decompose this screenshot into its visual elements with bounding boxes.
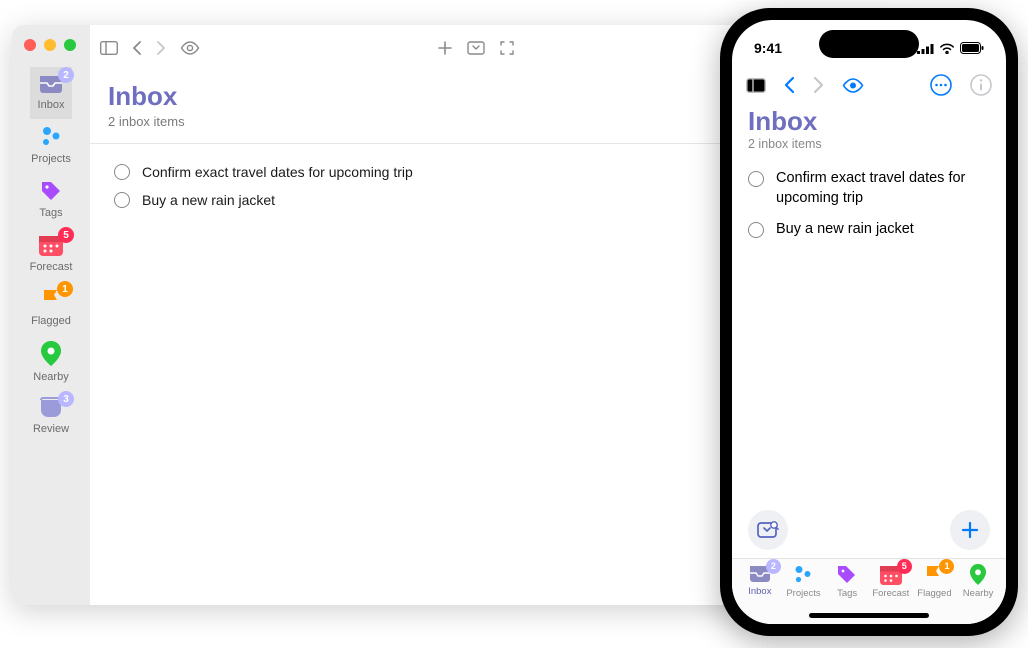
view-icon[interactable]	[180, 41, 200, 55]
signal-icon	[917, 43, 934, 54]
phone-item-list: Confirm exact travel dates for upcoming …	[748, 163, 990, 246]
checkbox[interactable]	[748, 171, 764, 187]
projects-icon	[39, 125, 63, 149]
badge: 1	[57, 281, 73, 297]
quick-open-icon[interactable]	[467, 41, 485, 55]
tab-label: Forecast	[872, 588, 909, 599]
sidebar-item-nearby[interactable]: Nearby	[30, 335, 73, 391]
window-controls	[24, 31, 76, 67]
iphone-device: 9:41	[720, 8, 1018, 636]
item-title: Confirm exact travel dates for upcoming …	[776, 169, 990, 208]
tab-label: Flagged	[917, 588, 951, 599]
sidebar-item-label: Review	[33, 423, 69, 435]
more-icon[interactable]	[930, 74, 952, 96]
phone-floating-actions	[732, 504, 1006, 558]
badge: 2	[766, 559, 781, 574]
projects-icon	[792, 564, 814, 586]
nav-back-icon[interactable]	[784, 76, 795, 94]
dynamic-island	[819, 30, 919, 58]
review-icon: 3	[38, 397, 64, 419]
checkbox[interactable]	[114, 164, 130, 180]
phone-toolbar	[732, 66, 1006, 104]
item-title: Confirm exact travel dates for upcoming …	[142, 164, 413, 180]
add-icon[interactable]	[437, 40, 453, 56]
sidebar-item-forecast[interactable]: 5 Forecast	[30, 227, 73, 281]
sidebar-item-label: Projects	[31, 153, 71, 165]
badge: 5	[897, 559, 912, 574]
iphone-screen: 9:41	[732, 20, 1006, 624]
sidebar-item-tags[interactable]: Tags	[30, 173, 73, 227]
phone-content: Inbox 2 inbox items Confirm exact travel…	[732, 104, 1006, 504]
sidebar-item-label: Tags	[39, 207, 62, 219]
forecast-icon: 5	[38, 233, 64, 257]
quick-open-button[interactable]	[748, 510, 788, 550]
checkbox[interactable]	[114, 192, 130, 208]
list-item[interactable]: Confirm exact travel dates for upcoming …	[748, 163, 990, 214]
sidebar-item-label: Inbox	[38, 99, 65, 111]
add-item-button[interactable]	[950, 510, 990, 550]
nav-forward-icon[interactable]	[156, 40, 166, 56]
nearby-icon	[969, 564, 987, 586]
fullscreen-window-button[interactable]	[64, 39, 76, 51]
sidebar-item-projects[interactable]: Projects	[30, 119, 73, 173]
wifi-icon	[939, 43, 955, 54]
sidebar-item-label: Forecast	[30, 261, 73, 273]
tags-icon	[39, 179, 63, 203]
sidebar-item-review[interactable]: 3 Review	[30, 391, 73, 443]
sidebar-item-inbox[interactable]: 2 Inbox	[30, 67, 73, 119]
sidebar-item-label: Flagged	[31, 315, 71, 327]
home-indicator[interactable]	[809, 613, 929, 618]
nearby-icon	[40, 341, 62, 367]
toggle-sidebar-icon[interactable]	[746, 78, 766, 93]
toggle-sidebar-icon[interactable]	[100, 41, 118, 55]
tab-label: Projects	[786, 588, 820, 599]
nav-forward-icon[interactable]	[813, 76, 824, 94]
tab-flagged[interactable]: 1 Flagged	[914, 564, 956, 599]
flagged-icon: 1	[923, 564, 945, 586]
close-window-button[interactable]	[24, 39, 36, 51]
tags-icon	[836, 564, 858, 586]
battery-icon	[960, 42, 984, 54]
tab-tags[interactable]: Tags	[826, 564, 868, 599]
forecast-icon: 5	[879, 564, 903, 586]
badge: 2	[58, 67, 74, 83]
tab-label: Inbox	[748, 586, 771, 597]
tab-projects[interactable]: Projects	[783, 564, 825, 599]
item-title: Buy a new rain jacket	[142, 192, 275, 208]
tab-nearby[interactable]: Nearby	[957, 564, 999, 599]
minimize-window-button[interactable]	[44, 39, 56, 51]
status-time: 9:41	[754, 40, 782, 56]
list-item[interactable]: Buy a new rain jacket	[748, 214, 990, 246]
view-icon[interactable]	[842, 78, 864, 93]
inbox-icon: 2	[38, 73, 64, 95]
inbox-icon: 2	[748, 564, 772, 584]
badge: 1	[939, 559, 954, 574]
badge: 5	[58, 227, 74, 243]
tab-forecast[interactable]: 5 Forecast	[870, 564, 912, 599]
sidebar-item-flagged[interactable]: 1 Flagged	[30, 281, 73, 335]
sidebar-item-label: Nearby	[33, 371, 68, 383]
tab-inbox[interactable]: 2 Inbox	[739, 564, 781, 597]
page-subtitle: 2 inbox items	[748, 137, 990, 151]
badge: 3	[58, 391, 74, 407]
tab-label: Nearby	[963, 588, 994, 599]
focus-icon[interactable]	[499, 40, 515, 56]
nav-back-icon[interactable]	[132, 40, 142, 56]
flagged-icon: 1	[39, 287, 63, 311]
page-title: Inbox	[748, 106, 990, 137]
checkbox[interactable]	[748, 222, 764, 238]
info-icon[interactable]	[970, 74, 992, 96]
item-title: Buy a new rain jacket	[776, 220, 914, 240]
tab-label: Tags	[837, 588, 857, 599]
mac-sidebar: 2 Inbox Projects Tags 5 Forecast 1 Flagged Nearb…	[12, 25, 90, 605]
